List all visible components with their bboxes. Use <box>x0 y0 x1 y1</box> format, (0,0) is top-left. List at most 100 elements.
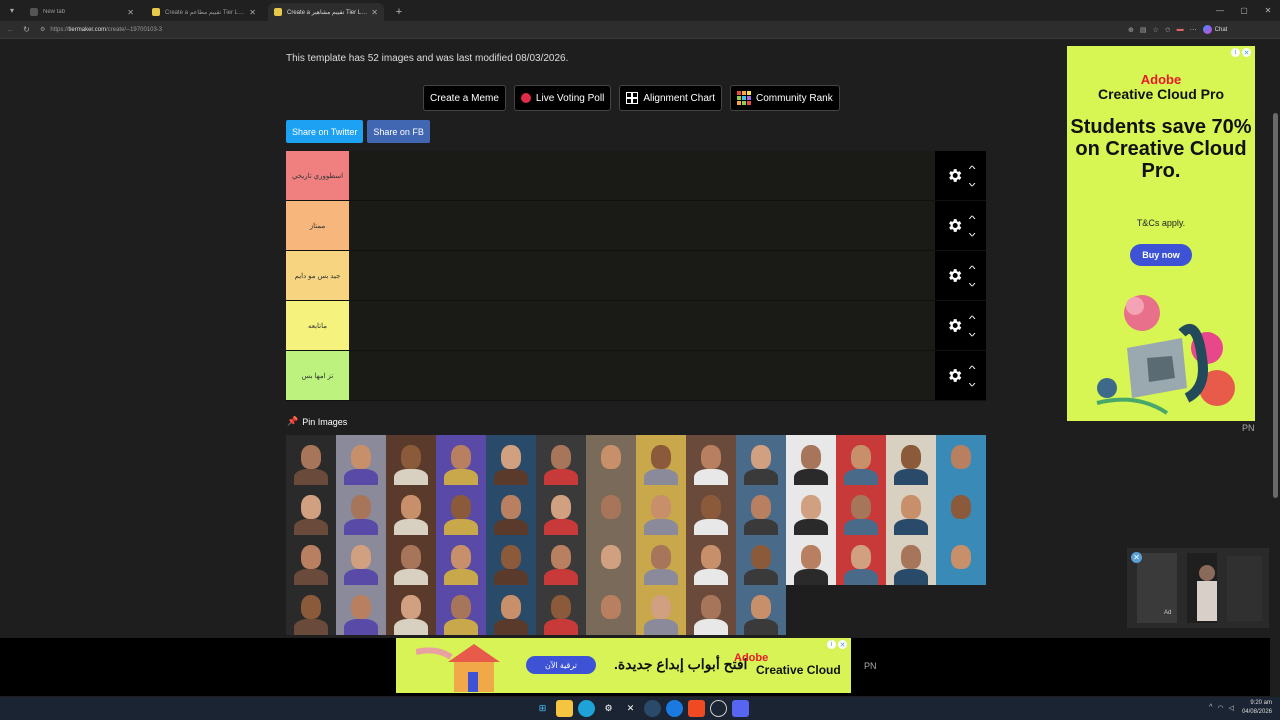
obs-icon[interactable] <box>710 700 727 717</box>
tier-item-image[interactable] <box>386 435 436 485</box>
app-icon[interactable] <box>666 700 683 717</box>
tier-item-image[interactable] <box>286 435 336 485</box>
capcut-icon[interactable]: ✕ <box>622 700 639 717</box>
chevron-up-icon[interactable]: ^ <box>969 164 976 174</box>
tier-drop-zone[interactable] <box>349 201 935 250</box>
tier-label[interactable]: جيد بس مو دايم <box>286 251 349 300</box>
tier-item-image[interactable] <box>636 435 686 485</box>
tier-item-image[interactable] <box>536 585 586 635</box>
more-icon[interactable]: ⋯ <box>1190 26 1197 34</box>
tier-item-image[interactable] <box>736 585 786 635</box>
minimize-icon[interactable]: — <box>1208 0 1232 21</box>
alignment-chart-button[interactable]: Alignment Chart <box>619 85 723 111</box>
tier-label[interactable]: ممتاز <box>286 201 349 250</box>
tier-item-image[interactable] <box>386 485 436 535</box>
tier-item-image[interactable] <box>336 485 386 535</box>
chevron-down-icon[interactable]: ^ <box>969 378 976 388</box>
tier-item-image[interactable] <box>486 535 536 585</box>
tier-item-image[interactable] <box>636 585 686 635</box>
edge-icon[interactable] <box>578 700 595 717</box>
ad-info[interactable]: i ✕ <box>1231 48 1251 57</box>
tier-item-image[interactable] <box>586 535 636 585</box>
extension-icon[interactable]: ▬ <box>1177 26 1184 33</box>
tier-item-image[interactable] <box>586 585 636 635</box>
tier-item-image[interactable] <box>886 535 936 585</box>
discord-icon[interactable] <box>732 700 749 717</box>
tab-restaurants-tier[interactable]: Create a تقييم مطاعم Tier List - Ti ✕ <box>146 3 262 21</box>
chevron-down-icon[interactable]: ^ <box>969 328 976 338</box>
chat-button[interactable]: Chat <box>1202 25 1227 34</box>
tab-new-tab[interactable]: New tab ✕ <box>24 3 140 21</box>
tier-item-image[interactable] <box>736 535 786 585</box>
chevron-up-icon[interactable]: ^ <box>969 214 976 224</box>
gear-icon[interactable] <box>946 217 963 234</box>
tier-drop-zone[interactable] <box>349 151 935 200</box>
ad-upgrade-button[interactable]: ترقية الآن <box>526 656 596 674</box>
tier-item-image[interactable] <box>586 435 636 485</box>
tier-item-image[interactable] <box>436 535 486 585</box>
tier-item-image[interactable] <box>586 485 636 535</box>
refresh-icon[interactable]: ↻ <box>21 25 32 34</box>
close-icon[interactable]: ✕ <box>838 640 847 649</box>
volume-icon[interactable]: ◁ <box>1229 704 1234 712</box>
close-icon[interactable]: ✕ <box>249 8 256 17</box>
tier-item-image[interactable] <box>336 585 386 635</box>
tier-item-image[interactable] <box>636 485 686 535</box>
tier-item-image[interactable] <box>336 535 386 585</box>
ad-info[interactable]: i ✕ <box>827 640 847 649</box>
video-advertisement[interactable]: ✕ Ad <box>1127 548 1269 628</box>
gear-icon[interactable] <box>946 317 963 334</box>
tier-item-image[interactable] <box>386 585 436 635</box>
adchoices-icon[interactable]: i <box>827 640 836 649</box>
tier-item-image[interactable] <box>536 535 586 585</box>
gear-icon[interactable] <box>946 167 963 184</box>
close-icon[interactable]: ✕ <box>127 8 134 17</box>
chevron-down-icon[interactable]: ^ <box>969 178 976 188</box>
favorite-icon[interactable]: ☆ <box>1153 26 1159 34</box>
tier-item-image[interactable] <box>486 435 536 485</box>
scroll-thumb[interactable] <box>1273 113 1278 498</box>
tab-actions-menu[interactable]: ▾ <box>0 0 24 21</box>
tier-label[interactable]: اسطووري تاريخي <box>286 151 349 200</box>
settings-icon[interactable]: ⚙ <box>600 700 617 717</box>
tier-drop-zone[interactable] <box>349 251 935 300</box>
tier-item-image[interactable] <box>736 435 786 485</box>
close-icon[interactable]: ✕ <box>1131 552 1142 563</box>
page-scrollbar[interactable] <box>1270 40 1280 638</box>
tier-item-image[interactable] <box>286 585 336 635</box>
share-twitter-button[interactable]: Share on Twitter <box>286 120 364 143</box>
clock[interactable]: 9:20 am 04/08/2026 <box>1242 699 1272 717</box>
tier-item-image[interactable] <box>786 485 836 535</box>
steam-icon[interactable] <box>644 700 661 717</box>
chevron-up-icon[interactable]: ^ <box>969 364 976 374</box>
tier-item-image[interactable] <box>636 535 686 585</box>
tier-item-image[interactable] <box>886 485 936 535</box>
create-meme-button[interactable]: Create a Meme <box>423 85 506 111</box>
tier-item-image[interactable] <box>936 535 986 585</box>
favorites-icon[interactable]: ✩ <box>1165 26 1171 34</box>
chevron-up-icon[interactable]: ^ <box>969 314 976 324</box>
tier-item-image[interactable] <box>486 485 536 535</box>
tier-item-image[interactable] <box>336 435 386 485</box>
tier-item-image[interactable] <box>786 435 836 485</box>
new-tab-button[interactable]: + <box>390 3 408 21</box>
share-facebook-button[interactable]: Share on FB <box>367 120 430 143</box>
file-explorer-icon[interactable] <box>556 700 573 717</box>
site-info-icon[interactable]: ⚙ <box>40 26 45 33</box>
reader-icon[interactable]: ▤ <box>1140 26 1147 34</box>
brave-icon[interactable] <box>688 700 705 717</box>
close-icon[interactable]: ✕ <box>1242 48 1251 57</box>
tier-item-image[interactable] <box>836 485 886 535</box>
tier-label[interactable]: ماتابعه <box>286 301 349 350</box>
tier-item-image[interactable] <box>686 535 736 585</box>
chevron-down-icon[interactable]: ^ <box>969 278 976 288</box>
tier-item-image[interactable] <box>686 485 736 535</box>
gear-icon[interactable] <box>946 267 963 284</box>
tier-item-image[interactable] <box>936 485 986 535</box>
wifi-icon[interactable]: ◠ <box>1217 704 1223 712</box>
pin-images-toggle[interactable]: 📌 Pin Images <box>287 416 347 427</box>
tier-item-image[interactable] <box>386 535 436 585</box>
ad-buy-button[interactable]: Buy now <box>1130 244 1192 266</box>
live-voting-poll-button[interactable]: Live Voting Poll <box>513 85 612 111</box>
tier-item-image[interactable] <box>686 585 736 635</box>
